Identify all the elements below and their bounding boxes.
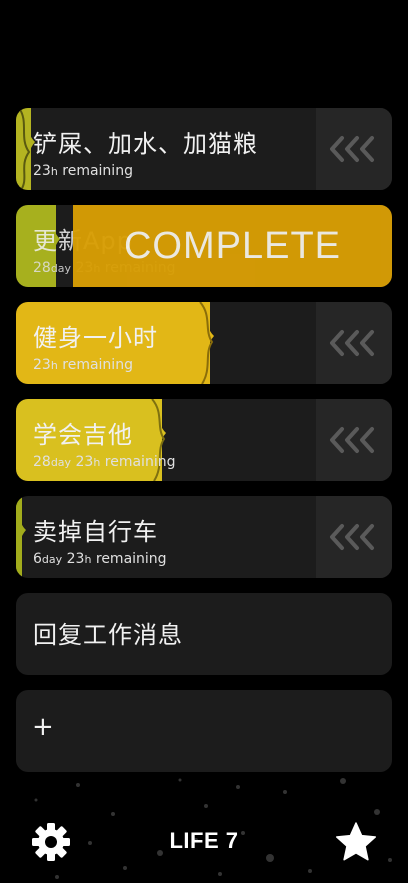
task-card-5[interactable]: 卖掉自行车 6day 23h remaining: [16, 496, 392, 578]
task-card-4[interactable]: 学会吉他 28day 23h remaining: [16, 399, 392, 481]
bottom-bar: LIFE 7: [0, 812, 408, 872]
complete-overlay: COMPLETE: [73, 205, 392, 287]
swipe-complete-handle[interactable]: [316, 399, 392, 481]
task-title: 学会吉他: [33, 421, 133, 449]
progress-fill: [16, 108, 35, 190]
time-remaining: 28day 23h remaining: [33, 454, 176, 470]
complete-label: COMPLETE: [123, 224, 342, 267]
task-card-1[interactable]: 铲屎、加水、加猫粮 23h remaining: [16, 108, 392, 190]
triple-chevron-left-icon: [330, 330, 374, 356]
task-card-2[interactable]: 更新App 28day 23h remaining COMPLETE: [16, 205, 392, 287]
add-task-button[interactable]: +: [16, 690, 392, 772]
task-title: 回复工作消息: [33, 621, 183, 649]
triple-chevron-left-icon: [330, 524, 374, 550]
task-title: 卖掉自行车: [33, 518, 158, 546]
time-remaining: 23h remaining: [33, 163, 133, 179]
swipe-complete-handle[interactable]: [316, 108, 392, 190]
add-label: +: [32, 712, 55, 742]
time-remaining: 23h remaining: [33, 357, 133, 373]
swipe-complete-handle[interactable]: [316, 496, 392, 578]
task-card-3[interactable]: 健身一小时 23h remaining: [16, 302, 392, 384]
task-title: 健身一小时: [33, 324, 158, 352]
triple-chevron-left-icon: [330, 136, 374, 162]
task-title: 铲屎、加水、加猫粮: [33, 130, 258, 158]
progress-fill: [16, 496, 26, 578]
star-icon[interactable]: [335, 821, 377, 863]
swipe-complete-handle[interactable]: [316, 302, 392, 384]
triple-chevron-left-icon: [330, 427, 374, 453]
time-remaining: 6day 23h remaining: [33, 551, 167, 567]
task-card-6[interactable]: 回复工作消息: [16, 593, 392, 675]
